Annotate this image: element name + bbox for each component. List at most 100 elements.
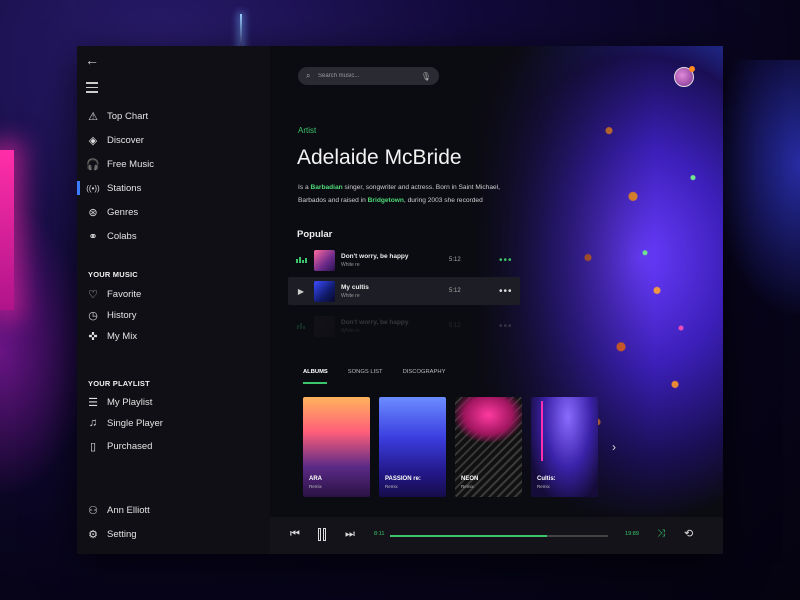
track-row[interactable]: ▶ My cultis White re 5:12 ••• <box>288 277 520 305</box>
album-caption: PASSION re: Remix <box>385 476 421 489</box>
user-icon: ⚇ <box>88 504 98 517</box>
player-bar: ⏮ ⏭ 8:11 19:89 ⤨ ⟲ <box>270 517 723 554</box>
sidebar-item-my-mix[interactable]: ✜ My Mix <box>77 326 270 346</box>
more-options-icon[interactable]: ••• <box>499 255 513 266</box>
sidebar-item-top-chart[interactable]: ⚠ Top Chart <box>77 106 270 126</box>
progress-fill <box>390 535 547 537</box>
album-artist: Remix <box>309 484 322 489</box>
track-title: My cultis <box>341 283 369 291</box>
progress-slider[interactable] <box>390 535 608 537</box>
sidebar-item-favorite[interactable]: ♡ Favorite <box>77 284 270 304</box>
album-card[interactable]: ARA Remix <box>303 397 370 497</box>
popular-heading: Popular <box>297 229 333 240</box>
album-card[interactable]: NEON Remix <box>455 397 522 497</box>
album-card[interactable]: PASSION re: Remix <box>379 397 446 497</box>
sidebar-item-purchased[interactable]: ▯ Purchased <box>77 436 270 456</box>
track-artist: White re <box>341 261 360 268</box>
microphone-icon[interactable]: 🎙 <box>421 72 431 81</box>
search-input[interactable] <box>318 73 421 79</box>
album-art <box>455 397 522 442</box>
sidebar-item-label: Purchased <box>107 440 153 452</box>
album-title: Cultis: <box>537 476 556 482</box>
album-artist: Remix <box>461 484 474 489</box>
user-profile-link[interactable]: ⚇ Ann Elliott <box>77 500 270 520</box>
user-name: Ann Elliott <box>107 504 150 516</box>
bio-text: , during 2003 she recorded <box>403 196 483 204</box>
bio-link-barbadian[interactable]: Barbadian <box>310 184 342 191</box>
bio-link-bridgetown[interactable]: Bridgetown <box>368 197 404 204</box>
sidebar-item-stations[interactable]: ((•)) Stations <box>77 178 270 198</box>
album-art <box>541 401 543 461</box>
album-caption: Cultis: Remix <box>537 476 556 489</box>
track-info: Don't worry, be happy White re <box>341 253 449 268</box>
sidebar-item-label: Discover <box>107 134 144 146</box>
menu-icon[interactable] <box>86 82 98 96</box>
music-note-icon: ♫ <box>88 417 98 429</box>
tab-songs-list[interactable]: SONGS LIST <box>348 369 383 375</box>
sidebar-item-discover[interactable]: ◈ Discover <box>77 130 270 150</box>
playlist-icon: ☰ <box>88 396 98 409</box>
notification-dot <box>689 66 695 72</box>
active-tab-indicator <box>303 382 327 384</box>
search-icon: ⌕ <box>306 71 311 80</box>
album-artist: Remix <box>537 484 550 489</box>
tab-albums[interactable]: ALBUMS <box>303 369 328 375</box>
repeat-icon[interactable]: ⟲ <box>684 527 693 540</box>
sidebar-item-my-playlist[interactable]: ☰ My Playlist <box>77 392 270 412</box>
stations-icon: ((•)) <box>86 183 100 193</box>
total-time: 19:89 <box>625 531 639 537</box>
play-icon[interactable]: ▶ <box>288 287 314 296</box>
artist-bio: Is a Barbadian singer, songwriter and ac… <box>298 182 510 207</box>
elapsed-time: 8:11 <box>374 531 385 537</box>
shuffle-icon[interactable]: ⤨ <box>657 528 665 539</box>
content-tabs: ALBUMS SONGS LIST DISCOGRAPHY <box>303 369 445 375</box>
sidebar-item-history[interactable]: ◷ History <box>77 305 270 325</box>
more-options-icon[interactable]: ••• <box>499 321 513 332</box>
sidebar: ← ⚠ Top Chart ◈ Discover 🎧 Free Music ((… <box>77 46 270 554</box>
top-chart-icon: ⚠ <box>88 110 98 123</box>
track-thumbnail <box>314 249 335 271</box>
album-artist: Remix <box>385 484 398 489</box>
your-playlist-heading: YOUR PLAYLIST <box>88 379 150 388</box>
track-info: My cultis White re <box>341 284 449 299</box>
mix-icon: ✜ <box>88 330 98 343</box>
fast-forward-icon[interactable]: ⏭ <box>345 528 355 541</box>
artist-tag: Artist <box>298 126 317 135</box>
sidebar-item-single-player[interactable]: ♫ Single Player <box>77 413 270 433</box>
album-caption: NEON Remix <box>461 476 478 489</box>
sidebar-item-label: Favorite <box>107 288 142 300</box>
sidebar-item-free-music[interactable]: 🎧 Free Music <box>77 154 270 174</box>
colabs-icon: ⚭ <box>88 230 98 243</box>
chevron-right-icon[interactable]: › <box>612 440 616 454</box>
album-caption: ARA Remix <box>309 476 322 489</box>
background-neon-tube <box>0 150 14 310</box>
sidebar-item-label: Colabs <box>107 230 137 242</box>
rewind-icon[interactable]: ⏮ <box>290 528 300 541</box>
sidebar-item-colabs[interactable]: ⚭ Colabs <box>77 226 270 246</box>
equalizer-icon <box>288 322 314 331</box>
track-title: Don't worry, be happy <box>341 252 409 260</box>
bio-text: Is a <box>298 184 311 191</box>
settings-link[interactable]: ⚙ Setting <box>77 524 270 544</box>
more-options-icon[interactable]: ••• <box>499 286 513 297</box>
album-title: PASSION re: <box>385 476 421 482</box>
history-icon: ◷ <box>88 309 98 322</box>
sidebar-item-label: Stations <box>107 182 142 194</box>
track-duration: 5:12 <box>449 288 461 294</box>
pause-button[interactable] <box>318 528 328 541</box>
heart-icon: ♡ <box>88 288 98 301</box>
app-window: ← ⚠ Top Chart ◈ Discover 🎧 Free Music ((… <box>77 46 723 554</box>
track-title: Don't worry, be happy <box>341 318 409 326</box>
track-info: Don't worry, be happy White re <box>341 319 449 334</box>
track-row[interactable]: Don't worry, be happy White re 5:12 ••• <box>288 312 520 340</box>
track-row[interactable]: Don't worry, be happy White re 5:12 ••• <box>288 246 520 274</box>
tab-discography[interactable]: DISCOGRAPHY <box>403 369 446 375</box>
purchased-icon: ▯ <box>89 440 97 453</box>
track-duration: 5:12 <box>449 323 461 329</box>
album-card[interactable]: Cultis: Remix <box>531 397 598 497</box>
sidebar-item-label: Free Music <box>107 158 154 170</box>
back-arrow-icon[interactable]: ← <box>85 52 101 68</box>
search-bar[interactable]: ⌕ 🎙 <box>298 67 439 85</box>
track-artist: White re <box>341 327 360 334</box>
sidebar-item-genres[interactable]: ⊛ Genres <box>77 202 270 222</box>
